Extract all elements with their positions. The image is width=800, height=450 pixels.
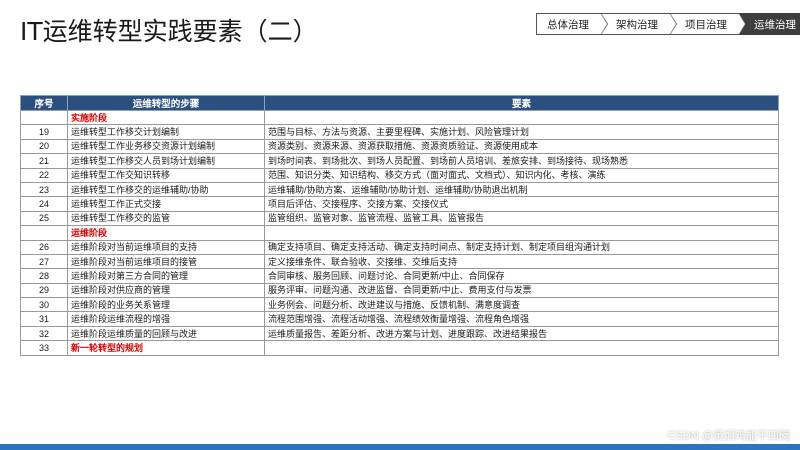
row-step: 运维转型工作移交计划编制 [67, 124, 265, 140]
row-elements: 合同审核、服务回顾、问题讨论、合同更新/中止、合同保存 [264, 268, 779, 284]
stage-row: 实施阶段 [20, 109, 779, 126]
row-step: 运维阶段运维流程的增强 [67, 311, 265, 327]
row-elements: 到场时间表、到场批次、到场人员配置、到场前人员培训、差旅安排、到场接待、现场熟悉 [264, 153, 779, 169]
row-index: 31 [20, 311, 68, 327]
breadcrumb: 总体治理 架构治理 项目治理 运维治理 [536, 13, 800, 35]
row-index: 28 [20, 268, 68, 284]
stage-index-cell [20, 225, 68, 241]
row-index: 19 [20, 124, 68, 140]
table-row: 28 运维阶段对第三方合同的管理 合同审核、服务回顾、问题讨论、合同更新/中止、合同… [20, 268, 779, 284]
breadcrumb-item-project[interactable]: 项目治理 [670, 13, 746, 35]
header-elements: 要素 [264, 95, 779, 111]
row-index: 21 [20, 153, 68, 169]
row-step: 运维转型工作移交的运维辅助/协助 [67, 181, 265, 198]
row-index: 23 [20, 181, 68, 198]
table-row: 22 运维转型工作交知识转移 范围、知识分类、知识结构、移交方式（面对面式、文档式）… [20, 167, 779, 183]
row-index: 26 [20, 239, 68, 255]
breadcrumb-item-overall[interactable]: 总体治理 [536, 13, 608, 35]
row-elements: 服务评审、问题沟通、改进监督、合同更新/中止、费用支付与发票 [264, 282, 779, 299]
breadcrumb-item-operations[interactable]: 运维治理 [739, 13, 800, 35]
row-step: 运维转型工作正式交接 [67, 196, 265, 212]
row-index: 20 [20, 138, 68, 155]
table-body: 实施阶段 19 运维转型工作移交计划编制 范围与目标、方法与资源、主要里程碑、实施计划… [20, 109, 779, 356]
table-row: 26 运维阶段对当前运维项目的支持 确定支持项目、确定支持活动、确定支持时间点、制定… [20, 239, 779, 255]
row-step: 运维阶段对当前运维项目的支持 [67, 239, 265, 255]
table-row: 32 运维阶段运维质量的回顾与改进 运维质量报告、差距分析、改进方案与计划、进度跟踪… [20, 325, 779, 342]
row-elements: 监管组织、监管对象、监管流程、监管工具、监管报告 [264, 210, 779, 227]
row-step: 运维转型工作移交人员到场计划编制 [67, 153, 265, 169]
row-step: 运维阶段运维质量的回顾与改进 [67, 325, 265, 342]
stage-row: 运维阶段 [20, 225, 779, 241]
row-elements: 流程范围增强、流程活动增强、流程绩效衡量增强、流程角色增强 [264, 311, 779, 327]
stage-index-cell [20, 109, 68, 126]
row-index: 32 [20, 325, 68, 342]
header-step: 运维转型的步骤 [67, 95, 265, 111]
stage-label: 实施阶段 [67, 109, 265, 126]
table-row: 19 运维转型工作移交计划编制 范围与目标、方法与资源、主要里程碑、实施计划、风险管… [20, 124, 779, 140]
row-index: 25 [20, 210, 68, 227]
table-header-row: 序号 运维转型的步骤 要素 [20, 95, 779, 111]
row-index: 29 [20, 282, 68, 299]
table-row: 27 运维阶段对当前运维项目的接管 定义接维条件、联合验收、交接维、交维后支持 [20, 253, 779, 270]
row-step: 新一轮转型的规划 [67, 340, 265, 356]
row-elements: 运维质量报告、差距分析、改进方案与计划、进度跟踪、改进结果报告 [264, 325, 779, 342]
row-elements: 范围与目标、方法与资源、主要里程碑、实施计划、风险管理计划 [264, 124, 779, 140]
row-index: 27 [20, 253, 68, 270]
row-step: 运维阶段的业务关系管理 [67, 297, 265, 313]
row-elements: 定义接维条件、联合验收、交接维、交维后支持 [264, 253, 779, 270]
row-elements: 运维辅助/协助方案、运维辅助/协助计划、运维辅助/协助退出机制 [264, 181, 779, 198]
table-row: 33 新一轮转型的规划 [20, 340, 779, 356]
table-row: 21 运维转型工作移交人员到场计划编制 到场时间表、到场批次、到场人员配置、到场前人… [20, 153, 779, 169]
watermark: CSDN @黄焖鸡能干四碗 [667, 430, 790, 442]
row-index: 24 [20, 196, 68, 212]
row-index: 30 [20, 297, 68, 313]
row-elements: 范围、知识分类、知识结构、移交方式（面对面式、文档式）、知识内化、考核、演练 [264, 167, 779, 183]
stage-elements-cell [264, 109, 779, 126]
elements-table: 序号 运维转型的步骤 要素 实施阶段 19 运维转型工作移交计划编制 范围与目标、方法… [20, 95, 779, 356]
row-step: 运维阶段对第三方合同的管理 [67, 268, 265, 284]
table-row: 24 运维转型工作正式交接 项目后评估、交接程序、交接方案、交接仪式 [20, 196, 779, 212]
row-index: 33 [20, 340, 68, 356]
table-row: 30 运维阶段的业务关系管理 业务例会、问题分析、改进建议与措施、反馈机制、满意度调… [20, 297, 779, 313]
row-elements: 确定支持项目、确定支持活动、确定支持时间点、制定支持计划、制定项目组沟通计划 [264, 239, 779, 255]
breadcrumb-item-architecture[interactable]: 架构治理 [601, 13, 677, 35]
table-row: 23 运维转型工作移交的运维辅助/协助 运维辅助/协助方案、运维辅助/协助计划、运维… [20, 181, 779, 198]
row-elements: 资源类别、资源来源、资源获取措施、资源资质验证、资源使用成本 [264, 138, 779, 155]
stage-label: 运维阶段 [67, 225, 265, 241]
row-step: 运维阶段对当前运维项目的接管 [67, 253, 265, 270]
bottom-bar [0, 444, 800, 450]
row-elements [264, 340, 779, 356]
table-row: 29 运维阶段对供应商的管理 服务评审、问题沟通、改进监督、合同更新/中止、费用支付… [20, 282, 779, 299]
row-index: 22 [20, 167, 68, 183]
row-elements: 业务例会、问题分析、改进建议与措施、反馈机制、满意度调查 [264, 297, 779, 313]
table-row: 25 运维转型工作移交的监管 监管组织、监管对象、监管流程、监管工具、监管报告 [20, 210, 779, 227]
stage-elements-cell [264, 225, 779, 241]
page-title: IT运维转型实践要素（二） [20, 17, 318, 46]
row-step: 运维转型工作交知识转移 [67, 167, 265, 183]
row-step: 运维转型工作移交的监管 [67, 210, 265, 227]
table-row: 31 运维阶段运维流程的增强 流程范围增强、流程活动增强、流程绩效衡量增强、流程角色… [20, 311, 779, 327]
row-elements: 项目后评估、交接程序、交接方案、交接仪式 [264, 196, 779, 212]
header-index: 序号 [20, 95, 68, 111]
table-row: 20 运维转型工作业务移交资源计划编制 资源类别、资源来源、资源获取措施、资源资质验… [20, 138, 779, 155]
row-step: 运维阶段对供应商的管理 [67, 282, 265, 299]
row-step: 运维转型工作业务移交资源计划编制 [67, 138, 265, 155]
